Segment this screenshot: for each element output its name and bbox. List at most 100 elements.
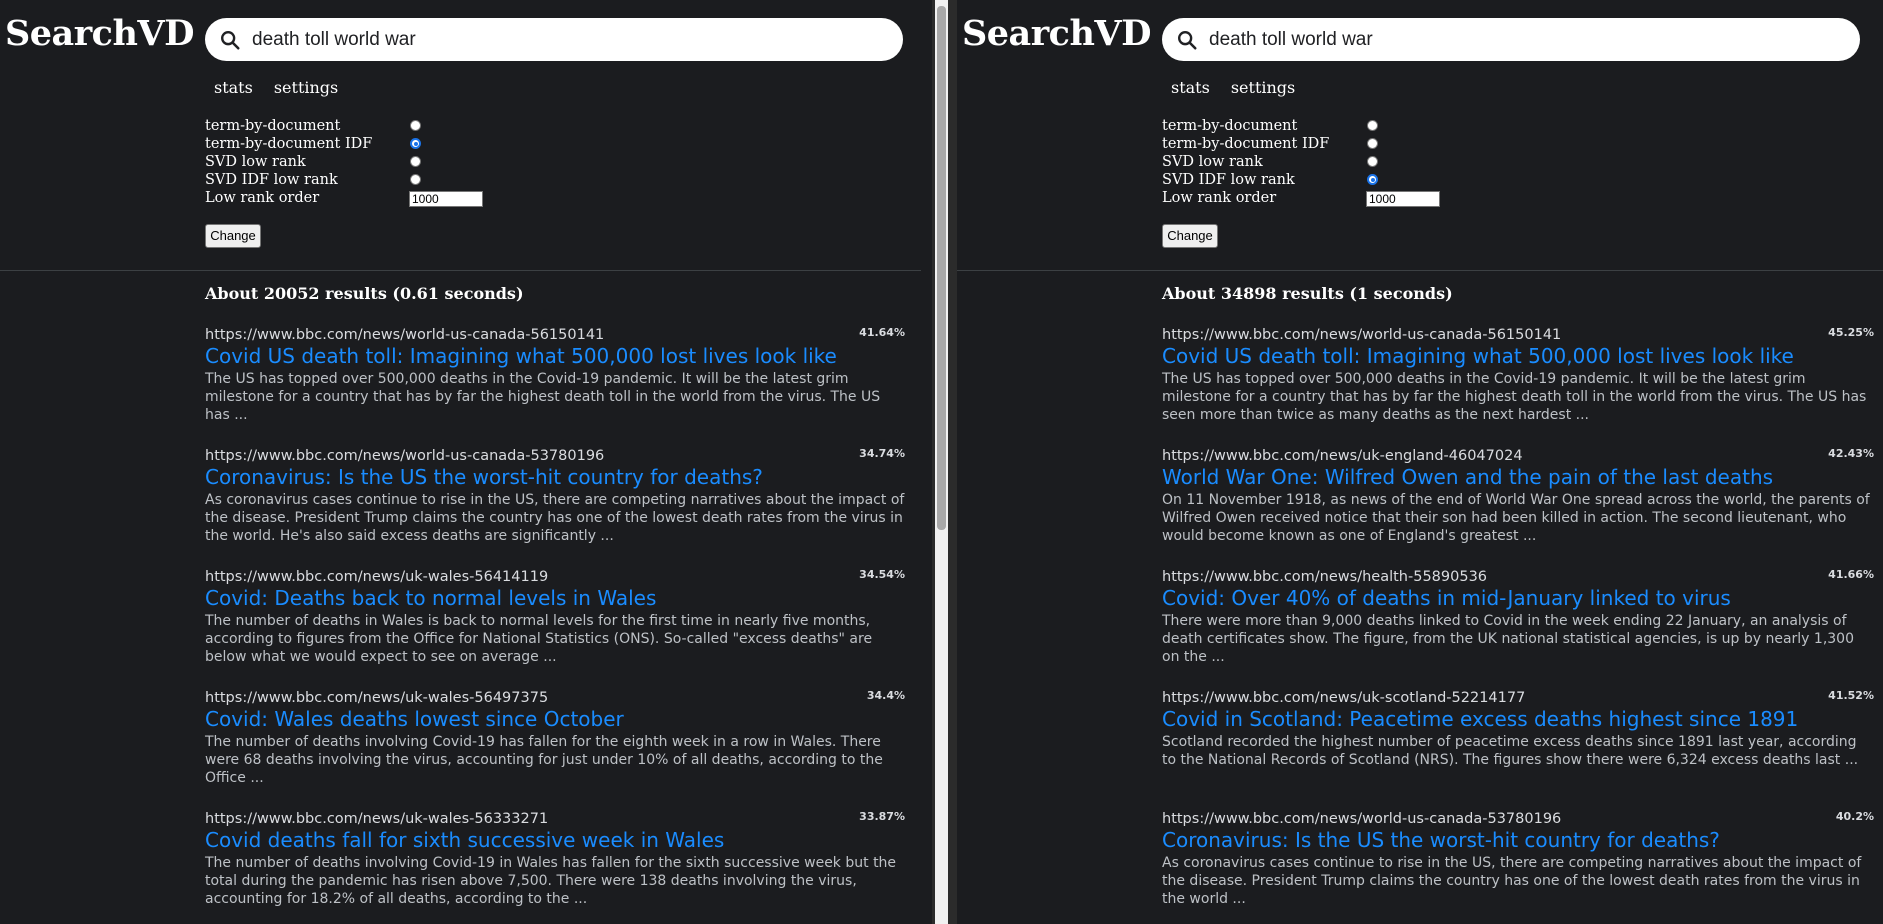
result-title-link[interactable]: Covid in Scotland: Peacetime excess deat… [1162,707,1874,731]
result-title-link[interactable]: Coronavirus: Is the US the worst-hit cou… [205,465,905,489]
result-score: 41.66% [1828,568,1874,581]
result-item: https://www.bbc.com/news/world-us-canada… [205,447,905,568]
change-button[interactable]: Change [1162,224,1218,248]
option-row: SVD low rank [1162,153,1378,171]
result-item: https://www.bbc.com/news/uk-wales-564141… [205,568,905,689]
result-title-link[interactable]: Covid deaths fall for sixth successive w… [205,828,905,852]
result-url[interactable]: https://www.bbc.com/news/uk-wales-564973… [205,689,905,707]
result-snippet: The number of deaths involving Covid-19 … [205,855,897,907]
result-score: 34.54% [859,568,905,581]
result-url[interactable]: https://www.bbc.com/news/world-us-canada… [1162,326,1874,344]
option-row: SVD low rank [205,153,421,171]
results-count: About 34898 results (1 seconds) [1162,284,1453,303]
result-url[interactable]: https://www.bbc.com/news/world-us-canada… [1162,810,1874,828]
option-label: SVD IDF low rank [205,172,338,188]
results-count: About 20052 results (0.61 seconds) [205,284,524,303]
results-list: https://www.bbc.com/news/world-us-canada… [1162,326,1874,924]
result-snippet: There were more than 9,000 deaths linked… [1162,613,1854,665]
search-box[interactable] [1162,18,1860,61]
top-nav: stats settings [214,78,359,97]
result-score: 33.87% [859,810,905,823]
result-item: https://www.bbc.com/news/uk-scotland-522… [1162,689,1874,810]
option-label: term-by-document IDF [1162,136,1330,152]
nav-link-settings[interactable]: settings [274,78,338,97]
option-row: Low rank order [1162,189,1440,207]
option-radio[interactable] [1367,120,1378,131]
result-url[interactable]: https://www.bbc.com/news/health-55890536 [1162,568,1874,586]
logo: SearchVD [5,13,194,54]
search-icon[interactable] [1176,29,1198,51]
result-score: 34.74% [859,447,905,460]
result-snippet: The number of deaths involving Covid-19 … [205,734,883,786]
low-rank-input[interactable] [1366,191,1440,207]
search-options: term-by-document term-by-document IDF SV… [205,117,483,207]
result-item: https://www.bbc.com/news/health-55890536… [1162,568,1874,689]
search-pane-right: SearchVD stats settings term-by-document … [957,0,1883,924]
results-list: https://www.bbc.com/news/world-us-canada… [205,326,905,924]
result-url[interactable]: https://www.bbc.com/news/uk-wales-563332… [205,810,905,828]
low-rank-label: Low rank order [1162,190,1277,206]
option-radio[interactable] [410,138,421,149]
option-label: term-by-document [1162,118,1298,134]
result-item: https://www.bbc.com/news/uk-wales-563332… [205,810,905,924]
result-title-link[interactable]: Covid: Deaths back to normal levels in W… [205,586,905,610]
nav-link-stats[interactable]: stats [214,78,253,97]
option-radio[interactable] [410,174,421,185]
result-score: 42.43% [1828,447,1874,460]
result-score: 41.52% [1828,689,1874,702]
option-row: term-by-document [205,117,421,135]
result-item: https://www.bbc.com/news/uk-wales-564973… [205,689,905,810]
scrollbar-thumb[interactable] [937,6,946,530]
result-title-link[interactable]: Covid US death toll: Imagining what 500,… [205,344,905,368]
result-title-link[interactable]: Covid: Over 40% of deaths in mid-January… [1162,586,1874,610]
result-snippet: As coronavirus cases continue to rise in… [205,492,905,544]
option-row: term-by-document [1162,117,1378,135]
search-pane-left: SearchVD stats settings term-by-document … [0,0,932,924]
search-icon[interactable] [219,29,241,51]
option-radio[interactable] [1367,156,1378,167]
low-rank-label: Low rank order [205,190,320,206]
option-row: SVD IDF low rank [1162,171,1378,189]
nav-link-stats[interactable]: stats [1171,78,1210,97]
option-label: term-by-document [205,118,341,134]
option-row: term-by-document IDF [1162,135,1378,153]
search-input[interactable] [250,24,884,56]
search-box[interactable] [205,18,903,61]
result-title-link[interactable]: World War One: Wilfred Owen and the pain… [1162,465,1874,489]
divider-line [957,270,1883,271]
logo: SearchVD [962,13,1151,54]
result-title-link[interactable]: Coronavirus: Is the US the worst-hit cou… [1162,828,1874,852]
result-url[interactable]: https://www.bbc.com/news/world-us-canada… [205,326,905,344]
option-row: SVD IDF low rank [205,171,421,189]
divider-line [0,270,921,271]
result-item: https://www.bbc.com/news/world-us-canada… [1162,810,1874,924]
nav-link-settings[interactable]: settings [1231,78,1295,97]
search-options: term-by-document term-by-document IDF SV… [1162,117,1440,207]
result-item: https://www.bbc.com/news/world-us-canada… [1162,326,1874,447]
result-url[interactable]: https://www.bbc.com/news/uk-england-4604… [1162,447,1874,465]
option-radio[interactable] [1367,174,1378,185]
result-snippet: On 11 November 1918, as news of the end … [1162,492,1870,544]
low-rank-input[interactable] [409,191,483,207]
option-radio[interactable] [1367,138,1378,149]
result-snippet: The number of deaths in Wales is back to… [205,613,873,665]
option-radio[interactable] [410,156,421,167]
result-url[interactable]: https://www.bbc.com/news/uk-wales-564141… [205,568,905,586]
result-snippet: The US has topped over 500,000 deaths in… [1162,371,1867,423]
option-row: term-by-document IDF [205,135,421,153]
change-button[interactable]: Change [205,224,261,248]
option-radio[interactable] [410,120,421,131]
result-snippet: As coronavirus cases continue to rise in… [1162,855,1862,907]
option-label: SVD low rank [1162,154,1263,170]
result-url[interactable]: https://www.bbc.com/news/uk-scotland-522… [1162,689,1874,707]
scrollbar-left[interactable] [935,0,948,924]
result-snippet: Scotland recorded the highest number of … [1162,734,1859,768]
search-input[interactable] [1207,24,1841,56]
result-title-link[interactable]: Covid US death toll: Imagining what 500,… [1162,344,1874,368]
option-row: Low rank order [205,189,483,207]
result-score: 45.25% [1828,326,1874,339]
option-label: SVD low rank [205,154,306,170]
result-url[interactable]: https://www.bbc.com/news/world-us-canada… [205,447,905,465]
result-score: 34.4% [866,689,905,702]
result-title-link[interactable]: Covid: Wales deaths lowest since October [205,707,905,731]
